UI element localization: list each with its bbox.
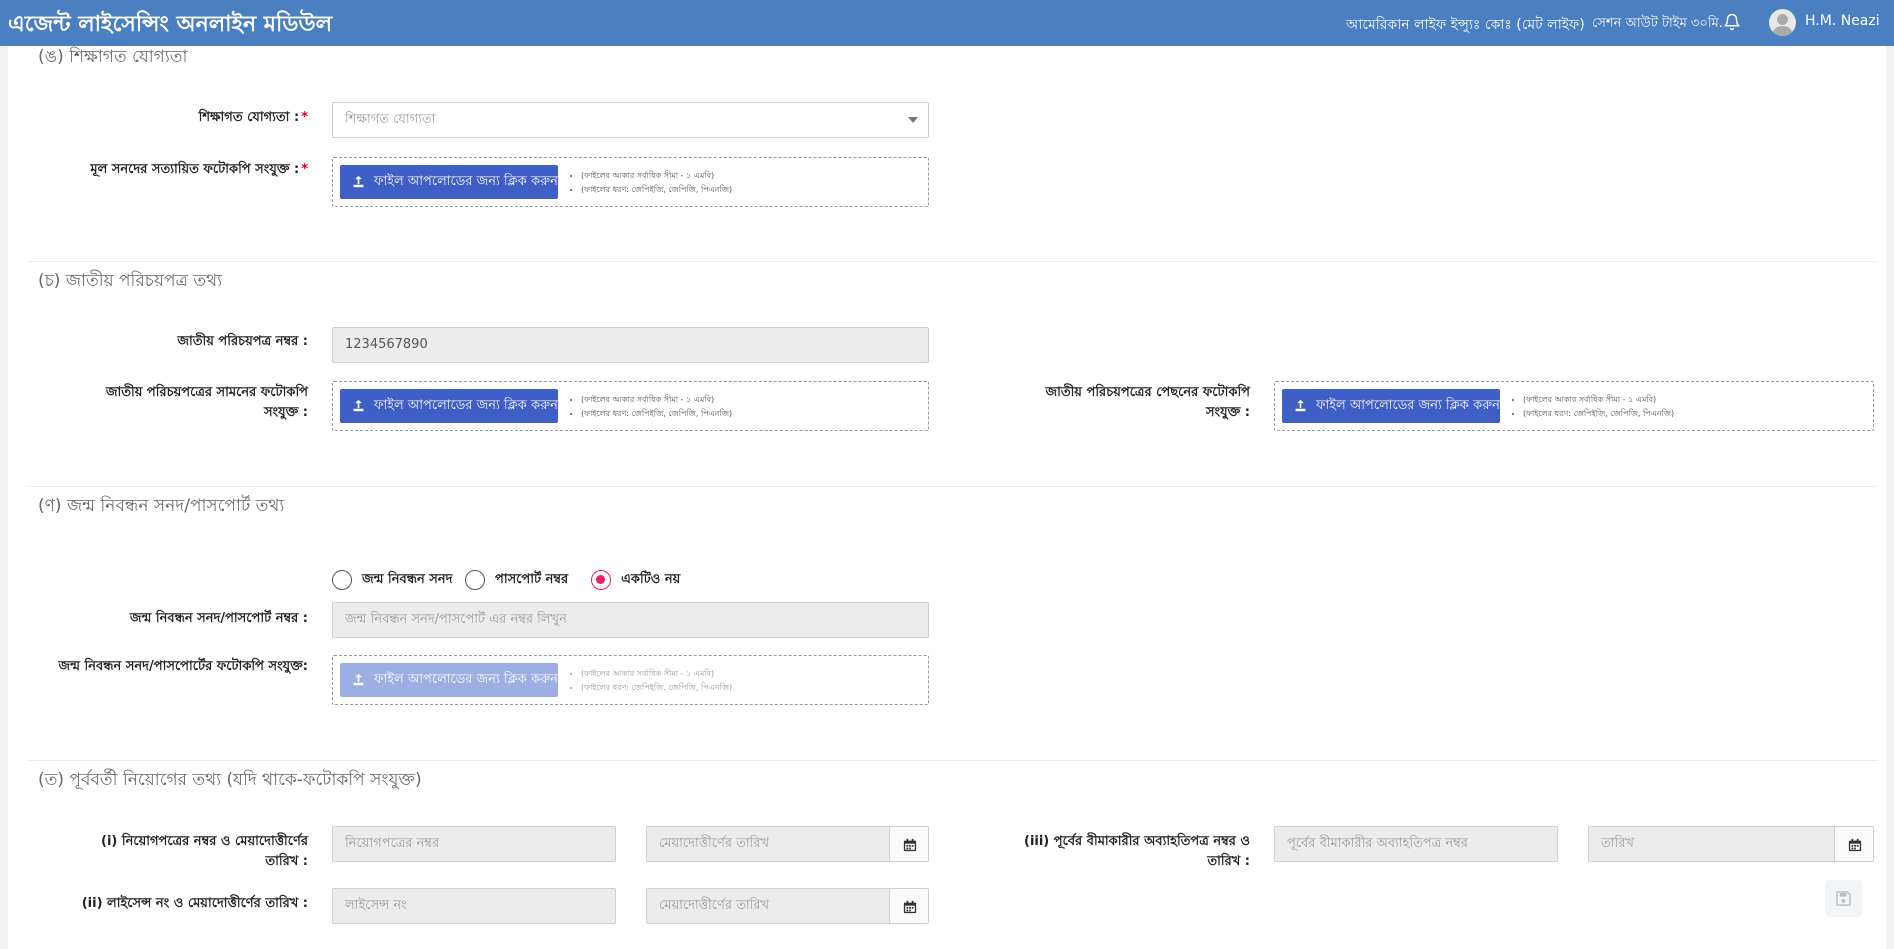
calendar-icon: [1848, 838, 1862, 852]
company-name: আমেরিকান লাইফ ইন্স্যুঃ কোঃ (মেট লাইফ): [1346, 17, 1585, 33]
birth-copy-label: জন্ম নিবন্ধন সনদ/পাসপোর্টের ফটোকপি সংযুক…: [58, 659, 308, 674]
upload-icon: [353, 175, 364, 188]
nid-back-upload-box: ফাইল আপলোডের জন্য ক্লিক করুন (ফাইলের আকা…: [1274, 381, 1874, 431]
qualification-select[interactable]: শিক্ষাগত যোগ্যতা: [332, 102, 929, 138]
upload-icon: [353, 673, 364, 686]
radio-passport[interactable]: পাসপোর্ট নম্বর: [465, 569, 568, 593]
radio-birth-certificate[interactable]: জন্ম নিবন্ধন সনদ: [332, 569, 452, 593]
appointment-expiry-input[interactable]: মেয়াদোত্তীর্ণের তারিখ: [646, 826, 890, 862]
release-letter-label: (iii) পূর্বের বীমাকারীর অব্যাহতিপত্র নম্…: [1024, 834, 1250, 869]
radio-none[interactable]: একটিও নয়: [591, 569, 680, 593]
app-title: এজেন্ট লাইসেন্সিং অনলাইন মডিউল: [8, 12, 332, 37]
divider: [28, 760, 1878, 761]
form-panel: (ঙ) শিক্ষাগত যোগ্যতা শিক্ষাগত যোগ্যতা : *…: [8, 46, 1886, 949]
calendar-icon: [903, 900, 917, 914]
license-expiry-input[interactable]: মেয়াদোত্তীর্ণের তারিখ: [646, 888, 890, 924]
certificate-upload-box: ফাইল আপলোডের জন্য ক্লিক করুন (ফাইলের আকা…: [332, 157, 929, 207]
avatar[interactable]: [1769, 9, 1796, 36]
nid-section-title: (চ) জাতীয় পরিচয়পত্র তথ্য: [38, 271, 223, 291]
chevron-down-icon: [908, 117, 918, 123]
appointment-number-input[interactable]: নিয়োগপত্রের নম্বর: [332, 826, 616, 862]
nid-number-label: জাতীয় পরিচয়পত্র নম্বর :: [177, 334, 308, 349]
education-section-title: (ঙ) শিক্ষাগত যোগ্যতা: [38, 47, 188, 67]
save-icon: [1836, 891, 1851, 906]
save-button[interactable]: [1825, 880, 1862, 917]
certificate-label: মূল সনদের সত্যায়িত ফটোকপি সংযুক্ত : *: [90, 162, 308, 177]
birth-number-label: জন্ম নিবন্ধন সনদ/পাসপোর্ট নম্বর :: [129, 611, 308, 626]
birth-section-title: (ণ) জন্ম নিবন্ধন সনদ/পাসপোর্ট তথ্য: [38, 496, 285, 516]
appointment-label: (i) নিয়োগপত্রের নম্বর ও মেয়াদোত্তীর্ণে…: [101, 834, 308, 869]
username-menu[interactable]: H.M. Neazi: [1805, 13, 1880, 29]
license-number-input[interactable]: লাইসেন্স নং: [332, 888, 616, 924]
upload-icon: [353, 399, 364, 412]
birth-copy-upload-box: ফাইল আপলোডের জন্য ক্লিক করুন (ফাইলের আকা…: [332, 655, 929, 705]
upload-notes: (ফাইলের আকার সর্বাধিক সীমা - ১ এমবি) (ফা…: [581, 169, 732, 197]
session-timeout: সেশন আউট টাইম ৩০মি.: [1592, 16, 1723, 31]
divider: [28, 261, 1878, 262]
appointment-calendar-button[interactable]: [889, 826, 929, 862]
upload-icon: [1295, 399, 1306, 412]
divider: [28, 486, 1878, 487]
upload-notes: (ফাইলের আকার সর্বাধিক সীমা - ১ এমবি) (ফা…: [1523, 393, 1674, 421]
release-date-calendar-button[interactable]: [1834, 826, 1874, 862]
nid-back-upload-button[interactable]: ফাইল আপলোডের জন্য ক্লিক করুন: [1282, 389, 1500, 423]
release-letter-number-input[interactable]: পূর্বের বীমাকারীর অব্যাহতিপত্র নম্বর: [1274, 826, 1558, 862]
previous-section-title: (ত) পূর্ববর্তী নিয়োগের তথ্য (যদি থাকে-ফ…: [38, 770, 422, 790]
nid-front-upload-button[interactable]: ফাইল আপলোডের জন্য ক্লিক করুন: [340, 389, 558, 423]
document-type-radio-group: জন্ম নিবন্ধন সনদ পাসপোর্ট নম্বর একটিও নয…: [332, 569, 832, 593]
nid-back-label: জাতীয় পরিচয়পত্রের পেছনের ফটোকপি সংযুক্ত…: [1045, 385, 1250, 420]
birth-number-input[interactable]: জন্ম নিবন্ধন সনদ/পাসপোর্ট এর নম্বর লিখুন: [332, 602, 929, 638]
certificate-upload-button[interactable]: ফাইল আপলোডের জন্য ক্লিক করুন: [340, 165, 558, 199]
top-bar: এজেন্ট লাইসেন্সিং অনলাইন মডিউল আমেরিকান …: [0, 0, 1894, 46]
upload-notes: (ফাইলের আকার সর্বাধিক সীমা - ১ এমবি) (ফা…: [581, 667, 732, 695]
nid-number-input[interactable]: 1234567890: [332, 327, 929, 363]
license-calendar-button[interactable]: [889, 888, 929, 924]
qualification-label: শিক্ষাগত যোগ্যতা : *: [198, 110, 308, 125]
calendar-icon: [903, 838, 917, 852]
license-label: (ii) লাইসেন্স নং ও মেয়াদোত্তীর্ণের তারি…: [81, 896, 308, 911]
birth-copy-upload-button[interactable]: ফাইল আপলোডের জন্য ক্লিক করুন: [340, 663, 558, 697]
nid-front-upload-box: ফাইল আপলোডের জন্য ক্লিক করুন (ফাইলের আকা…: [332, 381, 929, 431]
nid-front-label: জাতীয় পরিচয়পত্রের সামনের ফটোকপি সংযুক্ত…: [105, 385, 308, 420]
upload-notes: (ফাইলের আকার সর্বাধিক সীমা - ১ এমবি) (ফা…: [581, 393, 732, 421]
bell-icon[interactable]: [1723, 13, 1743, 33]
release-date-input[interactable]: তারিখ: [1588, 826, 1835, 862]
